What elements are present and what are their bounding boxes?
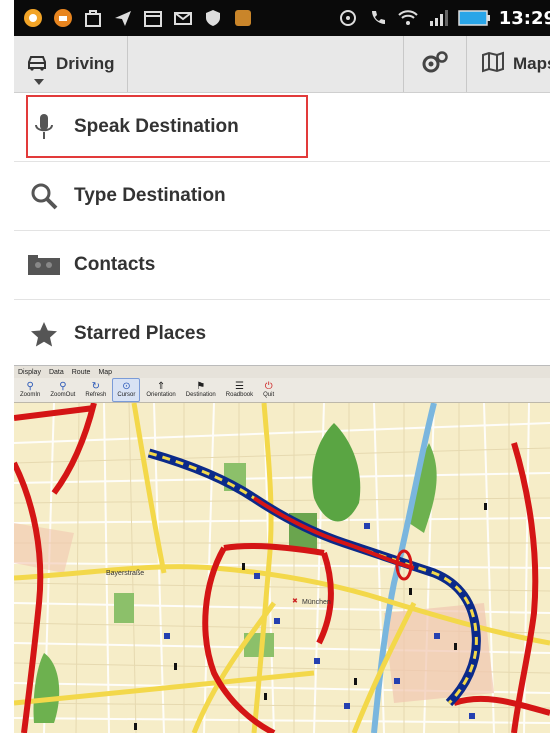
calendar-icon: [142, 7, 164, 29]
mode-dropdown[interactable]: Driving: [14, 36, 128, 92]
status-bar: 13:29: [14, 0, 550, 36]
cursor-button[interactable]: ⊙ Cursor: [112, 378, 141, 402]
map-menu-route[interactable]: Route: [72, 369, 91, 376]
map-menu-display[interactable]: Display: [18, 369, 41, 376]
signal-icon: [427, 7, 449, 29]
sync-icon: [337, 7, 359, 29]
cursor-icon: ⊙: [122, 381, 131, 392]
quit-button[interactable]: ⏻ Quit: [259, 379, 278, 401]
wifi-icon: [397, 7, 419, 29]
menu-item-label: Contacts: [74, 254, 156, 275]
send-icon: [112, 7, 134, 29]
orientation-button[interactable]: ⇑ Orientation: [142, 379, 179, 401]
mode-label: Driving: [56, 54, 115, 73]
list-icon: ☰: [234, 381, 244, 392]
shield-icon: [202, 7, 224, 29]
phone-icon: [367, 7, 389, 29]
refresh-button[interactable]: ↻ Refresh: [81, 379, 110, 401]
map-menu-map[interactable]: Map: [98, 369, 112, 376]
zoom-out-icon: ⚲: [59, 381, 67, 392]
map-street-label: Bayerstraße: [106, 570, 145, 577]
city-center-marker: ✖: [292, 598, 298, 605]
map-canvas[interactable]: ✖: [14, 403, 550, 733]
app-icon: [232, 7, 254, 29]
zoom-out-button[interactable]: ⚲ ZoomOut: [46, 379, 79, 401]
mail-icon: [172, 7, 194, 29]
settings-button[interactable]: [403, 36, 466, 92]
map-menu-data[interactable]: Data: [49, 369, 64, 376]
contacts-icon: [14, 254, 74, 276]
battery-icon: [457, 7, 491, 29]
notification-icon: [52, 7, 74, 29]
refresh-icon: ↻: [91, 381, 101, 392]
quit-icon: ⏻: [264, 381, 273, 392]
destination-menu: Speak Destination Type Destination Conta…: [14, 93, 550, 369]
menu-item-label: Type Destination: [74, 185, 226, 206]
menu-item-contacts[interactable]: Contacts: [14, 231, 550, 300]
star-icon: [14, 320, 74, 348]
destination-button[interactable]: ⚑ Destination: [182, 379, 220, 401]
maps-button[interactable]: Maps: [466, 36, 550, 92]
menu-item-speak-destination[interactable]: Speak Destination: [14, 93, 550, 162]
map-menubar: Display Data Route Map: [14, 366, 550, 378]
microphone-icon: [14, 112, 74, 142]
menu-item-label: Speak Destination: [74, 116, 239, 137]
action-bar: Driving Maps: [14, 36, 550, 93]
map-icon: [481, 51, 505, 78]
flag-icon: ⚑: [196, 381, 206, 392]
roadbook-button[interactable]: ☰ Roadbook: [222, 379, 257, 401]
bag-icon: [82, 7, 104, 29]
zoom-in-button[interactable]: ⚲ ZoomIn: [16, 379, 44, 401]
map-place-label: München: [302, 599, 331, 606]
menu-item-starred-places[interactable]: Starred Places: [14, 300, 550, 369]
search-icon: [14, 181, 74, 211]
maps-label: Maps: [513, 54, 550, 73]
clock: 13:29: [498, 7, 550, 29]
gears-icon: [421, 50, 449, 79]
map-toolbar: ⚲ ZoomIn ⚲ ZoomOut ↻ Refresh ⊙ Cursor ⇑ Orien…: [14, 378, 550, 403]
dropdown-indicator-icon: [34, 72, 44, 90]
notification-icon: [22, 7, 44, 29]
menu-item-label: Starred Places: [74, 323, 207, 344]
zoom-in-icon: ⚲: [26, 381, 34, 392]
menu-item-type-destination[interactable]: Type Destination: [14, 162, 550, 231]
orientation-icon: ⇑: [156, 381, 166, 392]
map-window: Display Data Route Map ⚲ ZoomIn ⚲ ZoomOut …: [14, 365, 550, 733]
